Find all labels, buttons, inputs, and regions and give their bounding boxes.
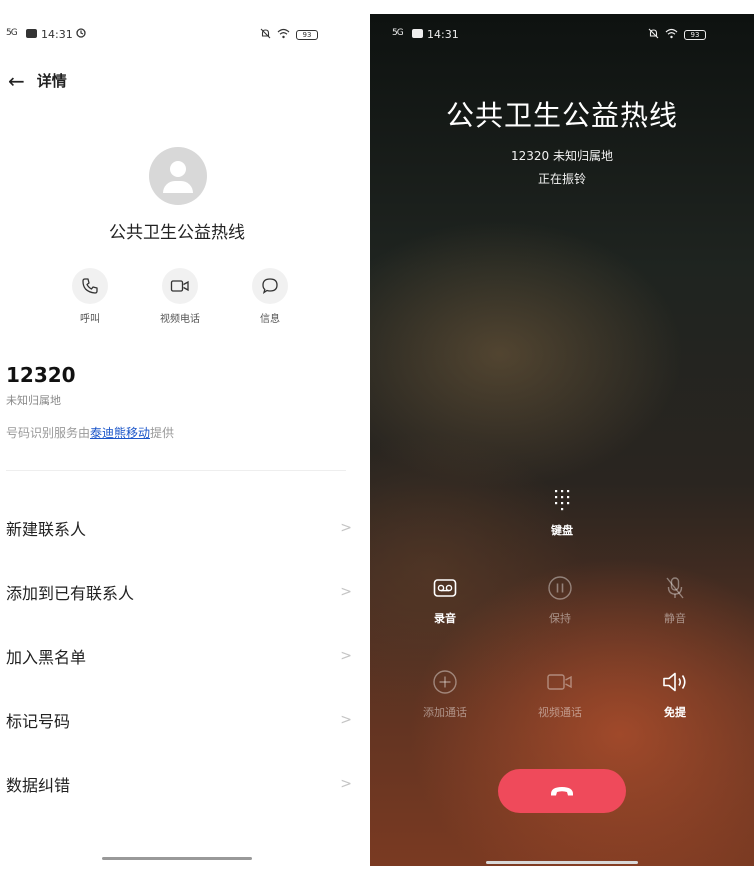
contact-detail-screen: 5G 14:31 93 ← 详情 公共卫生公益热线 呼叫 视频电话 信息 123… <box>0 0 370 873</box>
in-call-screen: 5G 14:31 93 公共卫生公益热线 12320 未知归属地 正在振铃 键盘… <box>370 14 754 866</box>
call-label: 呼叫 <box>80 314 100 325</box>
wifi-icon <box>665 28 678 42</box>
chevron-right-icon: > <box>340 776 352 792</box>
menu-item-mark-number[interactable]: 标记号码 > <box>6 705 352 735</box>
bell-off-icon <box>260 28 271 42</box>
signal-icon: 5G <box>392 28 404 38</box>
number-location: 未知归属地 <box>6 394 61 407</box>
sync-icon <box>76 28 86 41</box>
video-call-icon <box>547 674 572 690</box>
hang-up-icon <box>551 787 573 796</box>
caller-number-location: 12320 未知归属地 <box>511 149 613 163</box>
notification-icon <box>412 29 423 38</box>
call-button[interactable]: 呼叫 <box>55 268 125 325</box>
mute-button[interactable]: 静音 <box>630 575 720 626</box>
status-bar: 5G 14:31 93 <box>392 28 706 42</box>
speaker-button[interactable]: 免提 <box>630 669 720 720</box>
status-time: 14:31 <box>41 28 73 41</box>
speaker-label: 免提 <box>664 706 686 719</box>
notification-icon <box>26 29 37 38</box>
hold-button[interactable]: 保持 <box>515 575 605 626</box>
keypad-icon <box>555 490 570 511</box>
battery-icon: 93 <box>684 30 706 40</box>
message-label: 信息 <box>260 314 280 325</box>
video-call-label: 视频电话 <box>160 314 200 325</box>
wifi-icon <box>277 28 290 42</box>
add-call-icon <box>433 670 457 694</box>
record-icon <box>433 579 457 597</box>
menu-item-blacklist[interactable]: 加入黑名单 > <box>6 641 352 671</box>
speaker-icon <box>663 672 686 692</box>
record-label: 录音 <box>434 612 456 625</box>
chevron-right-icon: > <box>340 648 352 664</box>
quick-actions: 呼叫 视频电话 信息 <box>55 268 305 325</box>
video-call-button[interactable]: 视频通话 <box>515 669 605 720</box>
home-indicator[interactable] <box>486 861 638 864</box>
keypad-button[interactable]: 键盘 <box>517 487 607 538</box>
divider <box>6 470 346 471</box>
back-arrow-icon[interactable]: ← <box>8 71 25 91</box>
header: ← 详情 <box>8 70 67 91</box>
add-call-label: 添加通话 <box>423 706 467 719</box>
mute-label: 静音 <box>664 612 686 625</box>
keypad-label: 键盘 <box>551 524 573 537</box>
video-call-label: 视频通话 <box>538 706 582 719</box>
chevron-right-icon: > <box>340 584 352 600</box>
page-title: 详情 <box>36 72 67 90</box>
add-call-button[interactable]: 添加通话 <box>400 669 490 720</box>
home-indicator[interactable] <box>102 857 252 860</box>
caller-name: 公共卫生公益热线 <box>445 99 678 132</box>
provider-link[interactable]: 泰迪熊移动 <box>90 426 150 440</box>
hold-label: 保持 <box>549 612 571 625</box>
chevron-right-icon: > <box>340 712 352 728</box>
message-icon <box>262 278 278 294</box>
menu-item-add-to-contact[interactable]: 添加到已有联系人 > <box>6 577 352 607</box>
bell-off-icon <box>648 28 659 42</box>
chevron-right-icon: > <box>340 520 352 536</box>
phone-number: 12320 <box>6 363 76 387</box>
contact-name: 公共卫生公益热线 <box>109 223 245 243</box>
hang-up-button[interactable] <box>498 769 626 813</box>
message-button[interactable]: 信息 <box>235 268 305 325</box>
status-bar: 5G 14:31 93 <box>6 28 318 42</box>
avatar <box>149 147 207 205</box>
mute-icon <box>666 577 684 599</box>
pause-icon <box>548 576 572 600</box>
menu-item-data-correction[interactable]: 数据纠错 > <box>6 769 352 799</box>
video-icon <box>170 280 189 292</box>
battery-icon: 93 <box>296 30 318 40</box>
signal-icon: 5G <box>6 28 18 38</box>
menu-item-new-contact[interactable]: 新建联系人 > <box>6 513 352 543</box>
status-time: 14:31 <box>427 28 459 41</box>
video-call-button[interactable]: 视频电话 <box>145 268 215 325</box>
phone-icon <box>82 278 98 294</box>
record-button[interactable]: 录音 <box>400 575 490 626</box>
call-status: 正在振铃 <box>537 172 586 186</box>
provider-note: 号码识别服务由泰迪熊移动提供 <box>6 426 175 440</box>
